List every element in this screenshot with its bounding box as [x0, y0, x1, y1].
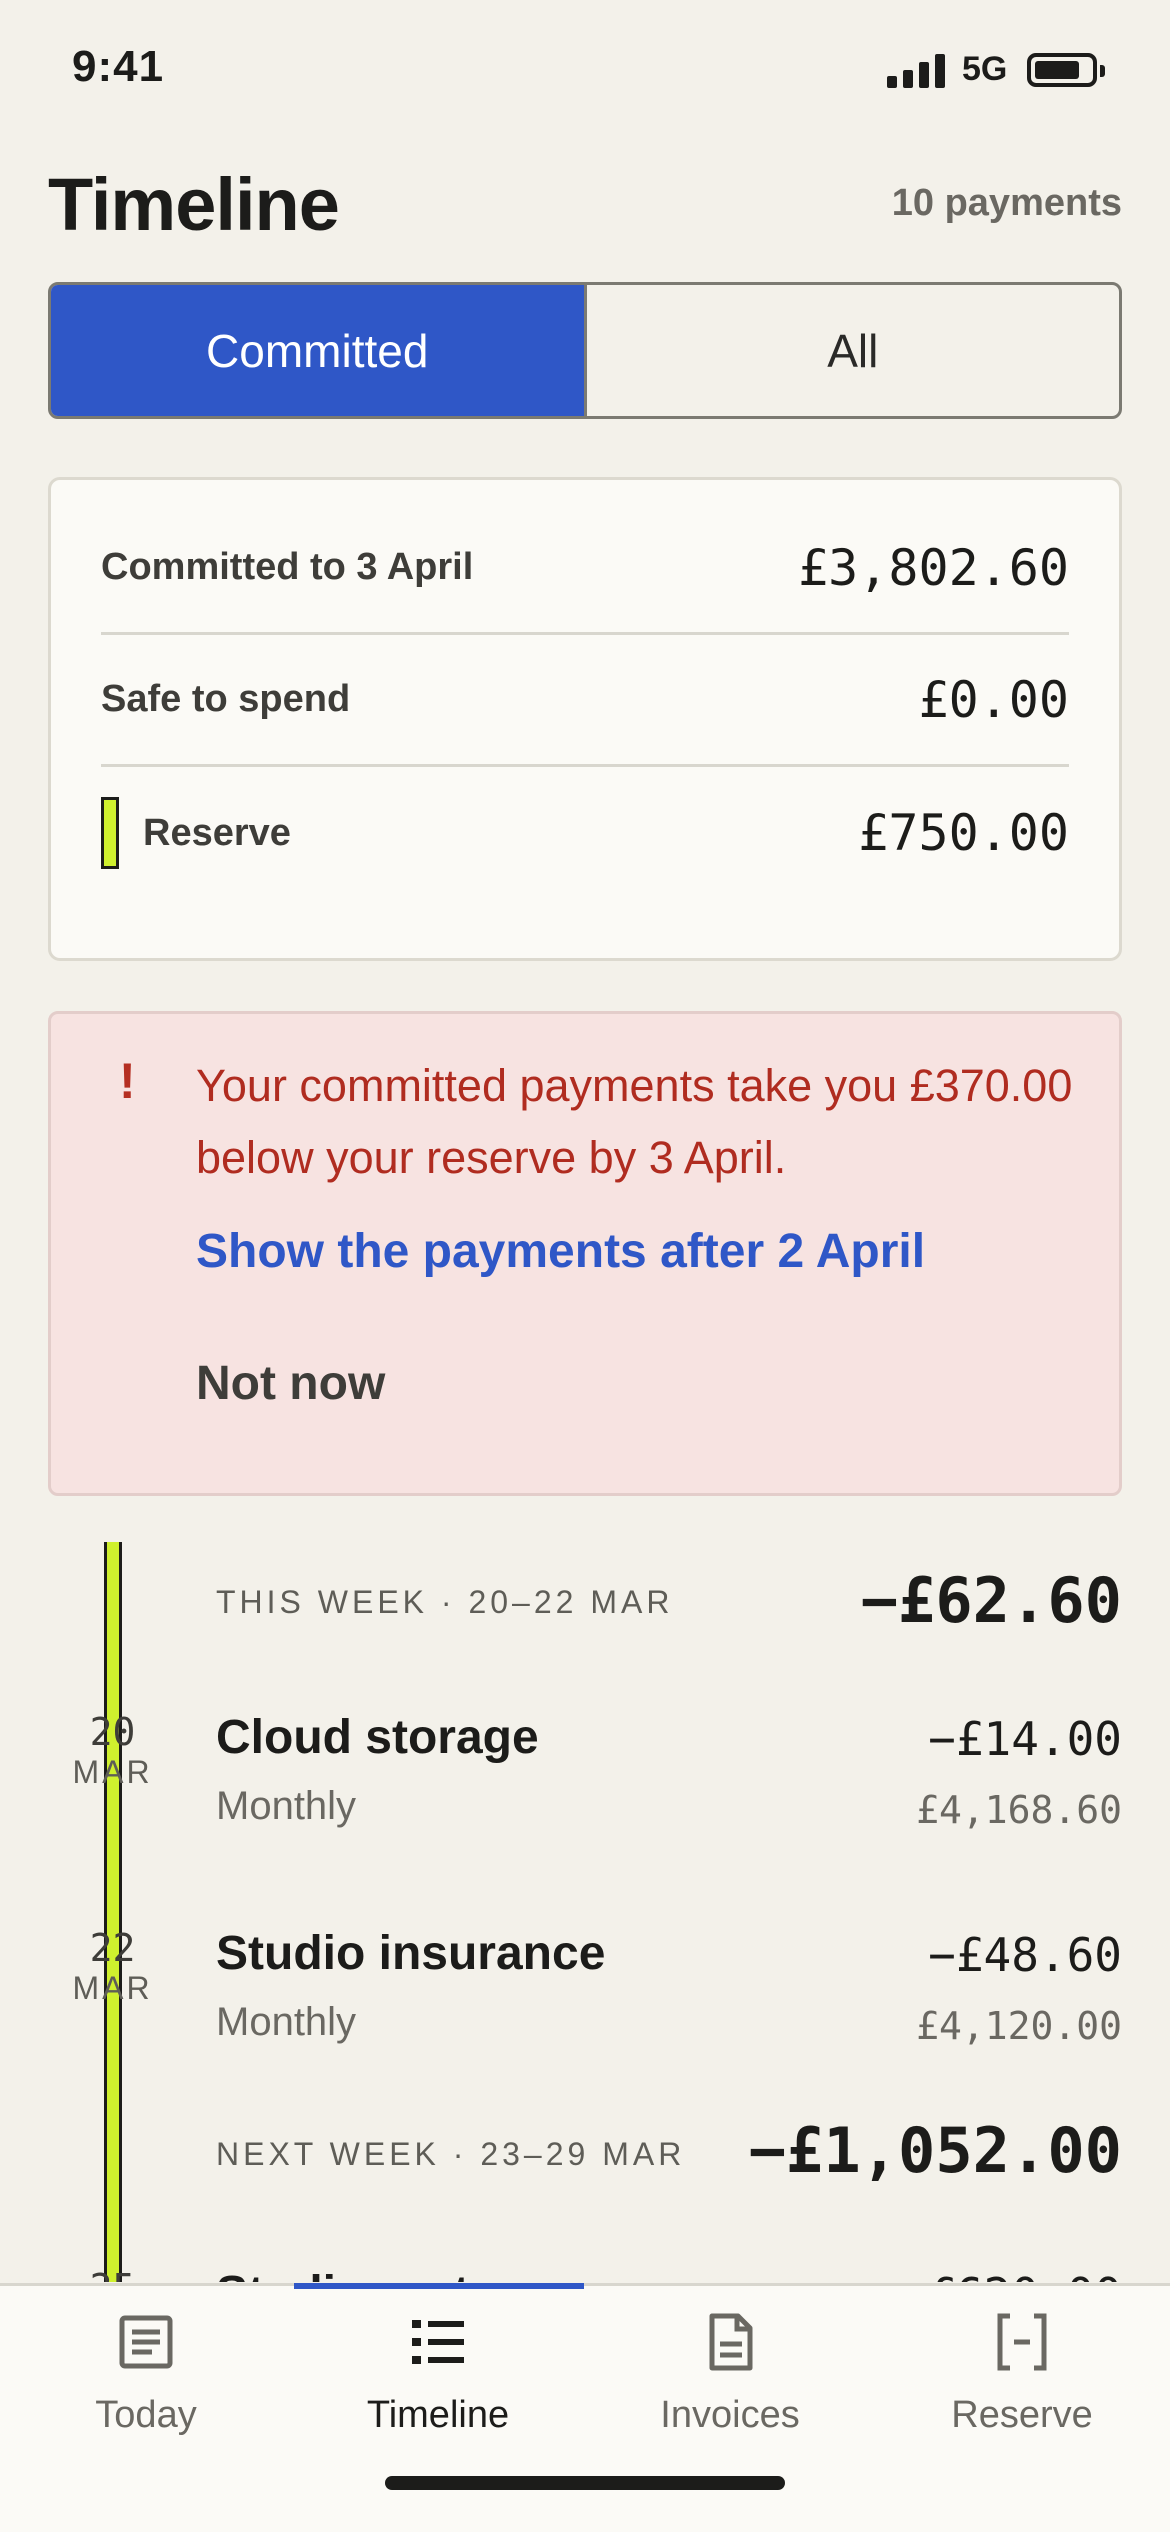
warning-icon: ! [119, 1053, 136, 1109]
payment-amount: −£48.60 [928, 1928, 1122, 1982]
battery-icon [1027, 53, 1105, 87]
tab-reserve[interactable]: Reserve [876, 2286, 1168, 2476]
show-payments-link[interactable]: Show the payments after 2 April [196, 1224, 925, 1279]
payment-name[interactable]: Studio rent [216, 2266, 469, 2282]
committed-row: Committed to 3 April £3,802.60 [101, 503, 1069, 635]
alert-message: Your committed payments take you £370.00… [196, 1060, 1073, 1183]
tab-timeline[interactable]: Timeline [292, 2286, 584, 2476]
document-icon [709, 2313, 753, 2371]
payment-date: 20 MAR [72, 1710, 153, 1790]
tab-today[interactable]: Today [0, 2286, 292, 2476]
segment-all[interactable]: All [587, 285, 1120, 416]
safe-to-spend-value: £0.00 [918, 670, 1069, 729]
status-time: 9:41 [72, 42, 165, 91]
bracket-icon [997, 2313, 1047, 2371]
payment-name[interactable]: Cloud storage [216, 1710, 539, 1765]
tab-label: Timeline [366, 2394, 510, 2436]
tab-label: Today [95, 2394, 197, 2436]
reserve-row: Reserve £750.00 [101, 767, 1069, 899]
timeline-list[interactable]: THIS WEEK · 20–22 MAR −£62.60 20 MAR Clo… [0, 1542, 1170, 2282]
week-header-total: −£62.60 [860, 1564, 1122, 1637]
payment-amount: −£14.00 [928, 1712, 1122, 1766]
tab-bar: Today Timeline Invoices Reserve [0, 2283, 1170, 2532]
view-segmented-control: Committed All [48, 282, 1122, 419]
payment-date: 22 MAR [72, 1926, 153, 2006]
committed-value: £3,802.60 [798, 538, 1069, 597]
week-header-label: NEXT WEEK · 23–29 MAR [216, 2136, 686, 2172]
safe-to-spend-row: Safe to spend £0.00 [101, 635, 1069, 767]
newspaper-icon [119, 2315, 173, 2369]
not-now-button[interactable]: Not now [196, 1356, 385, 1411]
tab-label: Reserve [951, 2394, 1093, 2436]
list-icon [412, 2320, 464, 2364]
payment-count: 10 payments [891, 182, 1122, 224]
tab-label: Invoices [660, 2394, 800, 2436]
network-label: 5G [962, 50, 1008, 88]
status-bar: 9:41 5G [0, 0, 1170, 140]
committed-label: Committed to 3 April [101, 546, 474, 588]
payment-amount: −£620.00 [900, 2268, 1122, 2282]
reserve-value: £750.00 [858, 804, 1069, 862]
payment-balance: £4,120.00 [916, 2004, 1122, 2048]
home-indicator [385, 2476, 785, 2490]
summary-card: Committed to 3 April £3,802.60 Safe to s… [48, 477, 1122, 961]
reserve-swatch [101, 797, 119, 869]
reserve-label: Reserve [143, 811, 291, 854]
payment-date: 25 [60, 2266, 165, 2282]
segment-committed[interactable]: Committed [51, 285, 587, 416]
tab-invoices[interactable]: Invoices [584, 2286, 876, 2476]
week-header-label: THIS WEEK · 20–22 MAR [216, 1584, 674, 1620]
week-header-total: −£1,052.00 [748, 2114, 1122, 2187]
reserve-warning-alert: ! Your committed payments take you £370.… [48, 1011, 1122, 1496]
payment-frequency: Monthly [216, 2000, 357, 2044]
payment-balance: £4,168.60 [916, 1788, 1122, 1832]
signal-icon [887, 52, 945, 88]
page-title: Timeline [48, 163, 340, 246]
payment-name[interactable]: Studio insurance [216, 1926, 605, 1981]
reserve-rail [104, 1542, 122, 2282]
payment-frequency: Monthly [216, 1784, 357, 1828]
safe-to-spend-label: Safe to spend [101, 678, 351, 720]
